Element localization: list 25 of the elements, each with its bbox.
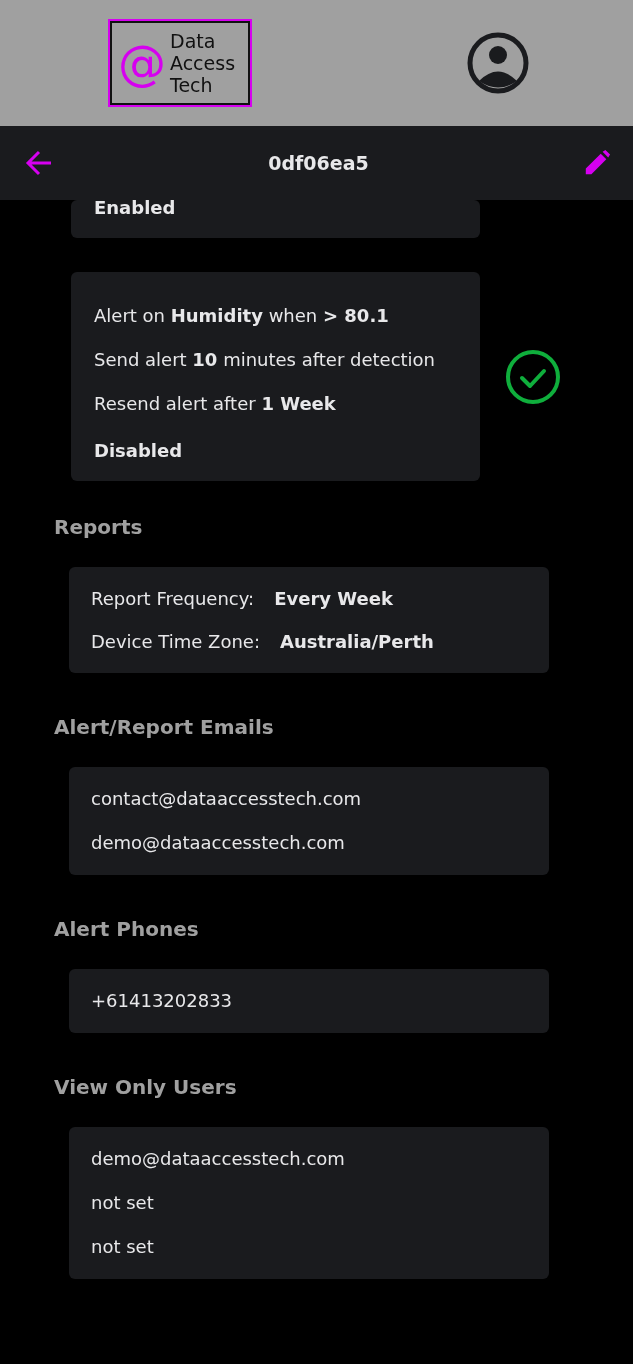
list-entry: +61413202833 <box>91 989 234 1013</box>
list-entry: contact@dataaccesstech.com <box>91 787 363 811</box>
section-heading: View Only Users <box>54 1075 238 1099</box>
section-heading: Reports <box>54 515 144 539</box>
setting-value: Every Week <box>274 587 393 611</box>
alert-status: Enabled <box>94 200 177 216</box>
logo-symbol: @ <box>118 39 166 87</box>
logo-text: Data Access Tech <box>170 30 236 96</box>
alert-condition: Send alert 10 minutes after detection <box>94 348 437 372</box>
alert-condition: Alert on Humidity when > 80.1 <box>94 304 390 328</box>
section-heading: Alert/Report Emails <box>54 715 275 739</box>
device-title: 0df06ea5 <box>268 152 369 174</box>
list-entry: not set <box>91 1235 155 1259</box>
alert-status: Disabled <box>94 440 184 461</box>
section-heading: Alert Phones <box>54 917 200 941</box>
setting-label: Device Time Zone: <box>91 630 260 654</box>
setting-label: Report Frequency: <box>91 587 255 611</box>
edit-icon[interactable] <box>583 149 611 177</box>
setting-value: Australia/Perth <box>279 630 434 654</box>
list-entry: demo@dataaccesstech.com <box>91 831 346 855</box>
list-entry: demo@dataaccesstech.com <box>91 1147 346 1171</box>
back-arrow-icon[interactable] <box>24 148 54 178</box>
list-entry: not set <box>91 1191 155 1215</box>
alert-condition: Resend alert after 1 Week <box>94 392 337 416</box>
account-icon[interactable] <box>467 32 529 94</box>
